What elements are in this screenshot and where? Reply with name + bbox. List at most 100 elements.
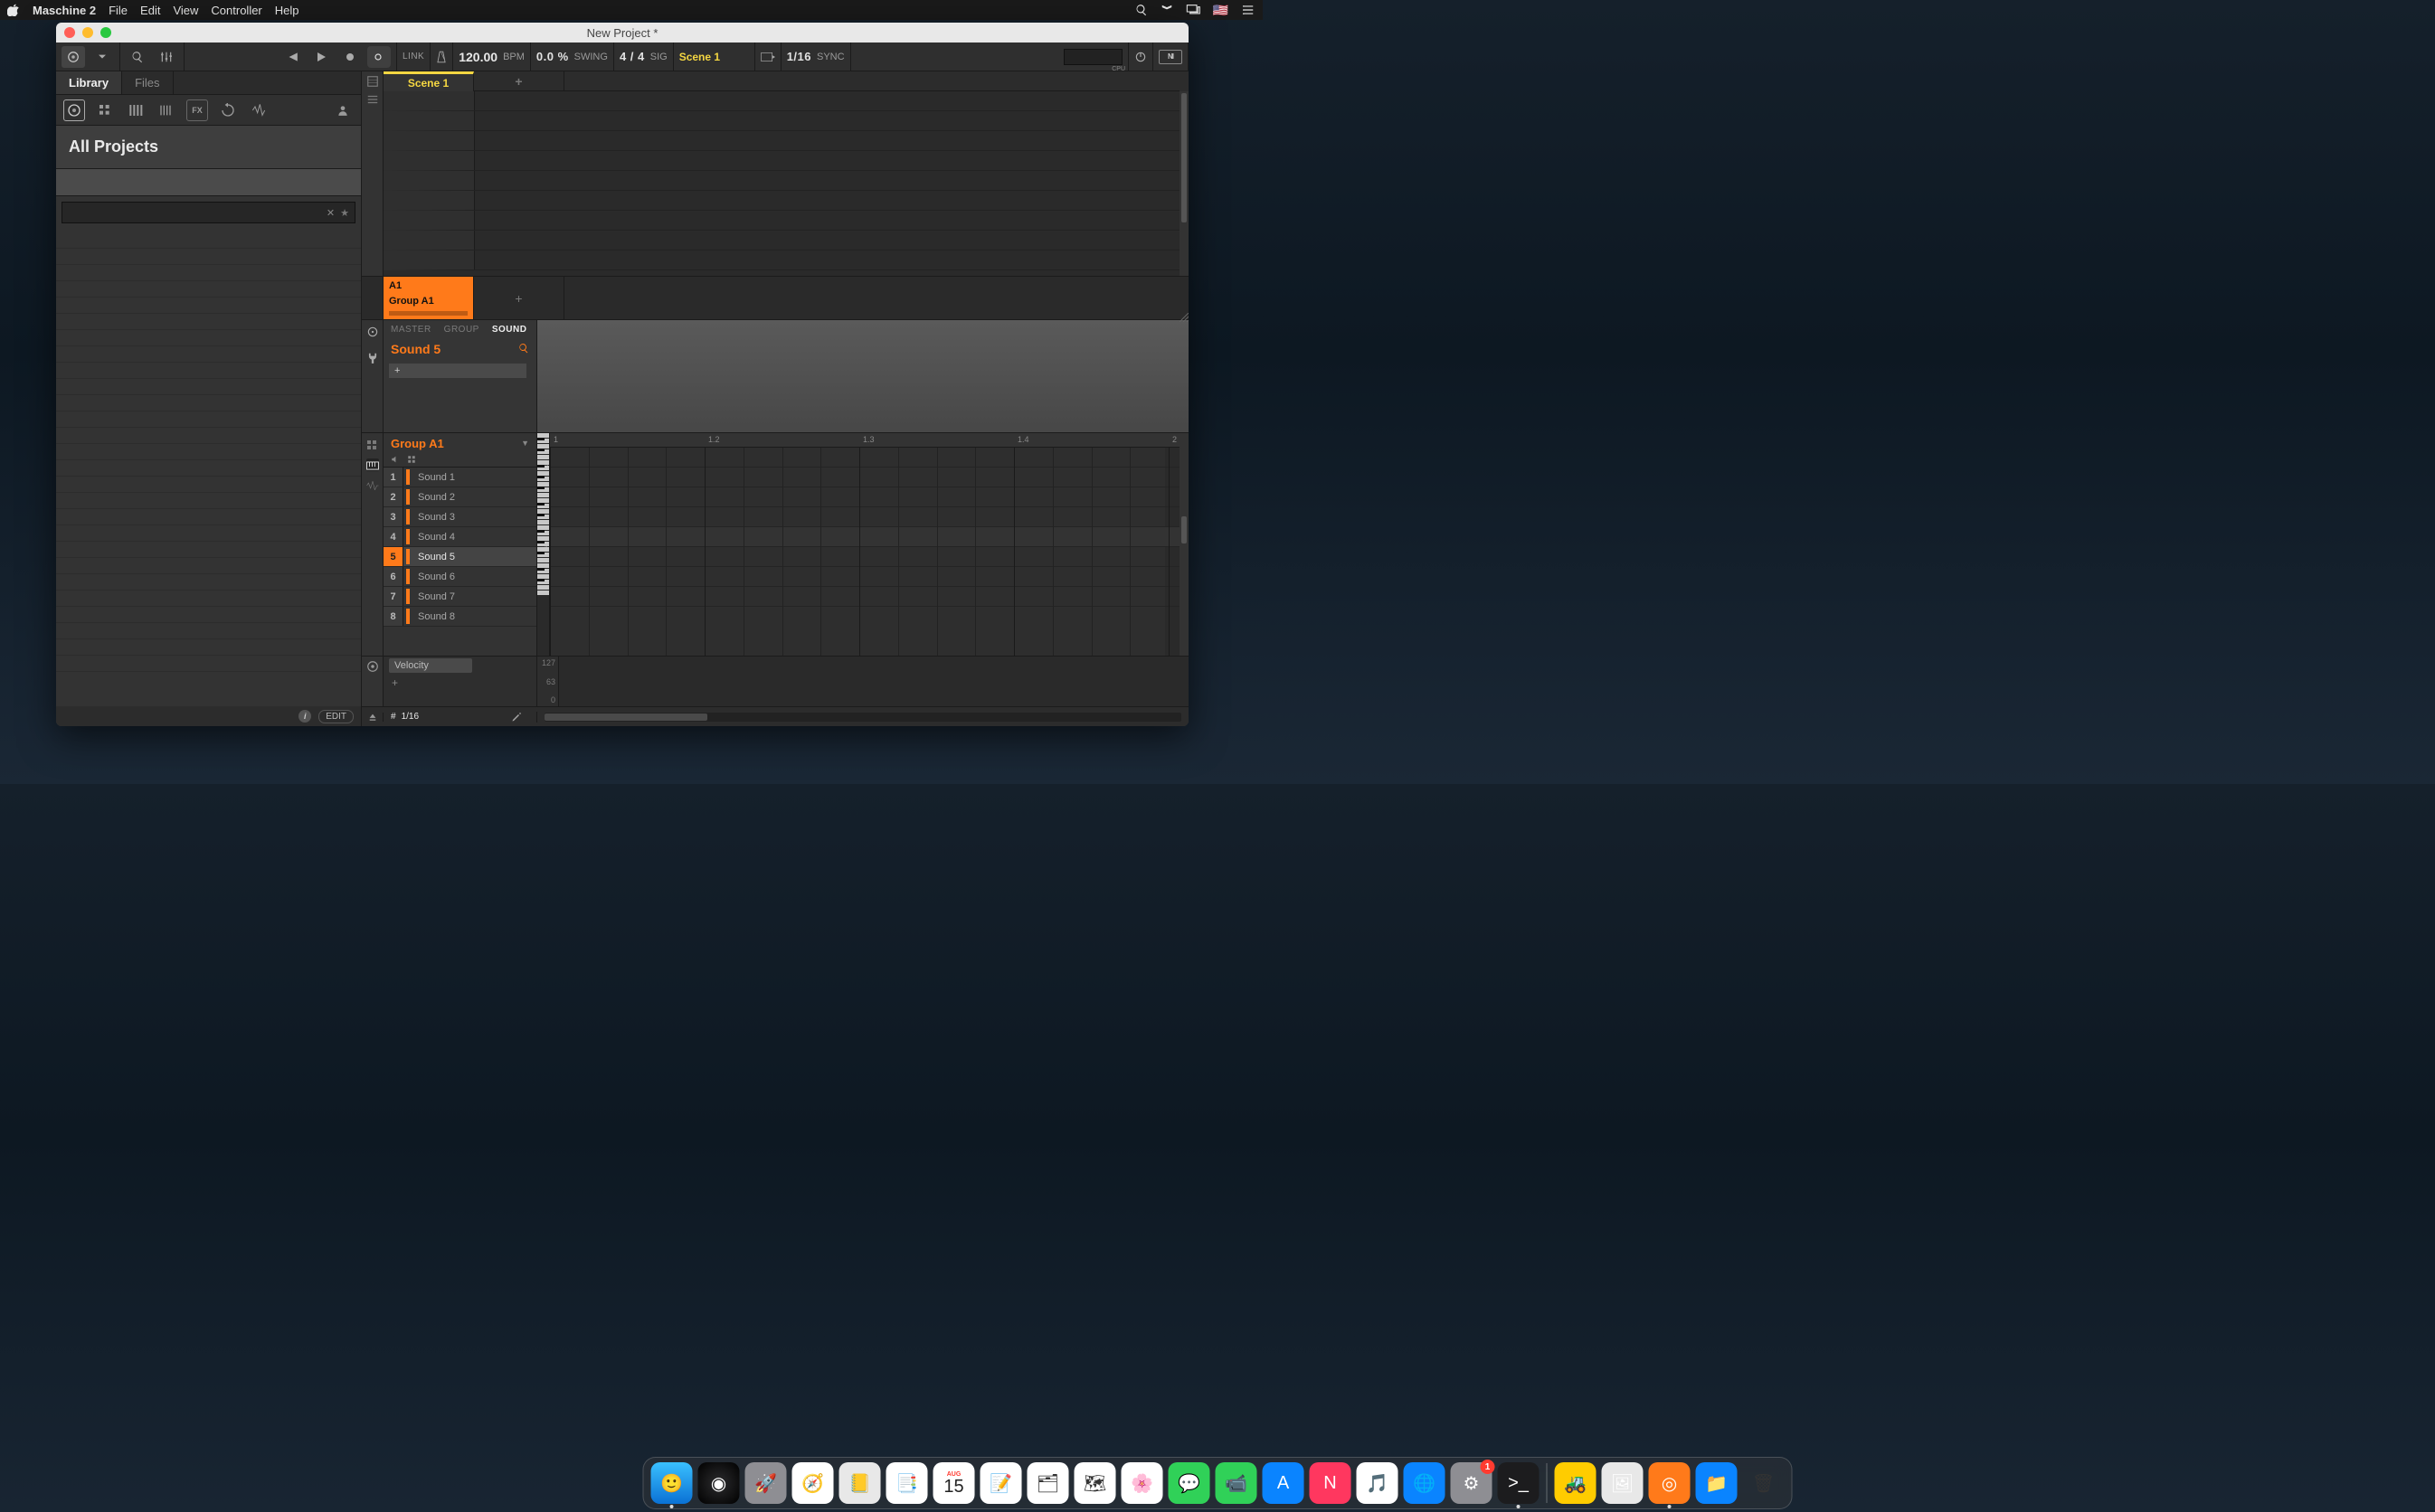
filter-projects-icon[interactable] <box>63 99 85 121</box>
plugin-display[interactable] <box>537 320 1189 432</box>
dropdown-icon[interactable] <box>90 46 114 68</box>
dock-safari[interactable]: 🧭 <box>792 1462 834 1504</box>
dock-trash[interactable]: 🗑 <box>1743 1462 1785 1504</box>
sound-row-8[interactable]: 8Sound 8 <box>384 607 536 627</box>
sharp-icon[interactable]: # <box>391 712 396 722</box>
chevron-down-icon[interactable]: ▼ <box>521 439 529 448</box>
pattern-scrollbar[interactable] <box>1180 433 1189 656</box>
dock-image[interactable]: 🖼 <box>1602 1462 1644 1504</box>
swing-value[interactable]: 0.0 % <box>536 50 569 63</box>
tab-library[interactable]: Library <box>56 71 122 94</box>
time-ruler[interactable]: 11.21.31.42 <box>550 433 1180 448</box>
song-view-icon[interactable] <box>366 93 379 106</box>
metronome-button[interactable] <box>431 43 453 71</box>
plug-icon[interactable] <box>366 352 379 369</box>
dock-atlas[interactable]: 🌐 <box>1404 1462 1445 1504</box>
pattern-grid[interactable]: 11.21.31.42 <box>550 433 1180 656</box>
filter-groups-icon[interactable] <box>94 99 116 121</box>
ni-logo[interactable]: NI <box>1159 50 1182 64</box>
menu-controller[interactable]: Controller <box>211 4 261 17</box>
search-toolbar-button[interactable] <box>126 46 149 68</box>
sound-row-3[interactable]: 3Sound 3 <box>384 507 536 527</box>
sound-pad-icon[interactable] <box>407 452 416 468</box>
current-sound-name[interactable]: Sound 5 <box>391 342 441 356</box>
maschine-logo-button[interactable] <box>62 46 85 68</box>
transport-play[interactable] <box>309 46 333 68</box>
pads-view-icon[interactable] <box>366 439 379 451</box>
sound-row-5[interactable]: 5Sound 5 <box>384 547 536 567</box>
menu-file[interactable]: File <box>109 4 128 17</box>
dock-launchpad[interactable]: 🚀 <box>745 1462 787 1504</box>
tab-group[interactable]: GROUP <box>444 325 479 335</box>
dock-facetime[interactable]: 📹 <box>1216 1462 1257 1504</box>
search-favorite-icon[interactable]: ★ <box>340 207 349 219</box>
scene-lanes[interactable] <box>384 91 1180 276</box>
grid-resolution[interactable]: 1/16 <box>402 712 419 722</box>
sound-mute-icon[interactable] <box>391 452 400 468</box>
tab-sound[interactable]: SOUND <box>492 325 527 335</box>
quantize-value[interactable]: 1/16 <box>787 50 811 63</box>
add-modulation[interactable]: + <box>389 676 531 689</box>
tempo-value[interactable]: 120.00 <box>459 50 497 64</box>
audio-engine-button[interactable] <box>1129 43 1153 71</box>
sound-row-4[interactable]: 4Sound 4 <box>384 527 536 547</box>
eject-icon[interactable] <box>362 713 384 722</box>
transport-record[interactable] <box>338 46 362 68</box>
dock-notes[interactable]: 📝 <box>981 1462 1022 1504</box>
tab-master[interactable]: MASTER <box>391 325 431 335</box>
horizontal-scrollbar[interactable] <box>545 713 1181 722</box>
sound-row-6[interactable]: 6Sound 6 <box>384 567 536 587</box>
pencil-icon[interactable] <box>504 712 529 723</box>
filter-sounds-icon[interactable] <box>125 99 147 121</box>
follow-button[interactable] <box>755 43 782 71</box>
filter-samples-icon[interactable] <box>248 99 270 121</box>
menu-view[interactable]: View <box>173 4 198 17</box>
sound-search-icon[interactable] <box>518 342 529 356</box>
target-icon[interactable] <box>366 326 379 343</box>
menu-extra-icon[interactable] <box>1241 4 1255 16</box>
search-clear-icon[interactable]: ✕ <box>327 207 335 219</box>
wave-view-icon[interactable] <box>366 478 379 491</box>
dock-messages[interactable]: 💬 <box>1169 1462 1210 1504</box>
spotlight-icon[interactable] <box>1135 4 1148 16</box>
keyboard-view-icon[interactable] <box>366 458 379 471</box>
browser-title[interactable]: All Projects <box>56 126 361 169</box>
user-content-icon[interactable] <box>332 99 354 121</box>
dock-maschine[interactable]: ◎ <box>1649 1462 1691 1504</box>
menu-edit[interactable]: Edit <box>140 4 160 17</box>
dock-siri[interactable]: ◉ <box>698 1462 740 1504</box>
dock-downloads[interactable]: 📁 <box>1696 1462 1738 1504</box>
browser-search[interactable]: ✕ ★ <box>62 202 355 223</box>
edit-button[interactable]: EDIT <box>318 710 354 723</box>
dock-maps[interactable]: 🗺 <box>1075 1462 1116 1504</box>
window-titlebar[interactable]: New Project * <box>56 23 1189 43</box>
transport-loop[interactable] <box>367 46 391 68</box>
dock-forklift[interactable]: 🚜 <box>1555 1462 1596 1504</box>
toolbar-scene[interactable]: Scene 1 <box>679 51 720 63</box>
info-icon[interactable]: i <box>298 710 311 723</box>
filter-loops-icon[interactable] <box>217 99 239 121</box>
scene-scrollbar[interactable] <box>1180 91 1189 276</box>
add-group[interactable]: + <box>474 277 564 319</box>
menu-help[interactable]: Help <box>275 4 299 17</box>
automation-toggle-icon[interactable] <box>362 657 384 706</box>
pattern-group-header[interactable]: Group A1▼ <box>384 433 536 453</box>
filter-fx-icon[interactable]: FX <box>186 99 208 121</box>
sound-row-1[interactable]: 1Sound 1 <box>384 468 536 487</box>
resize-handle[interactable] <box>1180 310 1189 319</box>
ideas-view-icon[interactable] <box>366 75 379 88</box>
screenshare-icon[interactable] <box>1186 4 1200 16</box>
dock-settings[interactable]: ⚙︎1 <box>1451 1462 1492 1504</box>
dock-itunes[interactable]: 🎵 <box>1357 1462 1398 1504</box>
transport-restart[interactable] <box>280 46 304 68</box>
browser-filter-bar[interactable] <box>56 169 361 196</box>
dock-contacts[interactable]: 📒 <box>839 1462 881 1504</box>
dock-appstore[interactable]: A <box>1263 1462 1304 1504</box>
tab-files[interactable]: Files <box>122 71 173 94</box>
mixer-icon[interactable] <box>155 46 178 68</box>
dock-calendar[interactable]: AUG15 <box>933 1462 975 1504</box>
dock-photos[interactable]: 🌸 <box>1122 1462 1163 1504</box>
dock-reminders[interactable]: 📑 <box>886 1462 928 1504</box>
input-source-icon[interactable]: 🇺🇸 <box>1213 3 1228 18</box>
velocity-canvas[interactable] <box>559 657 1189 706</box>
